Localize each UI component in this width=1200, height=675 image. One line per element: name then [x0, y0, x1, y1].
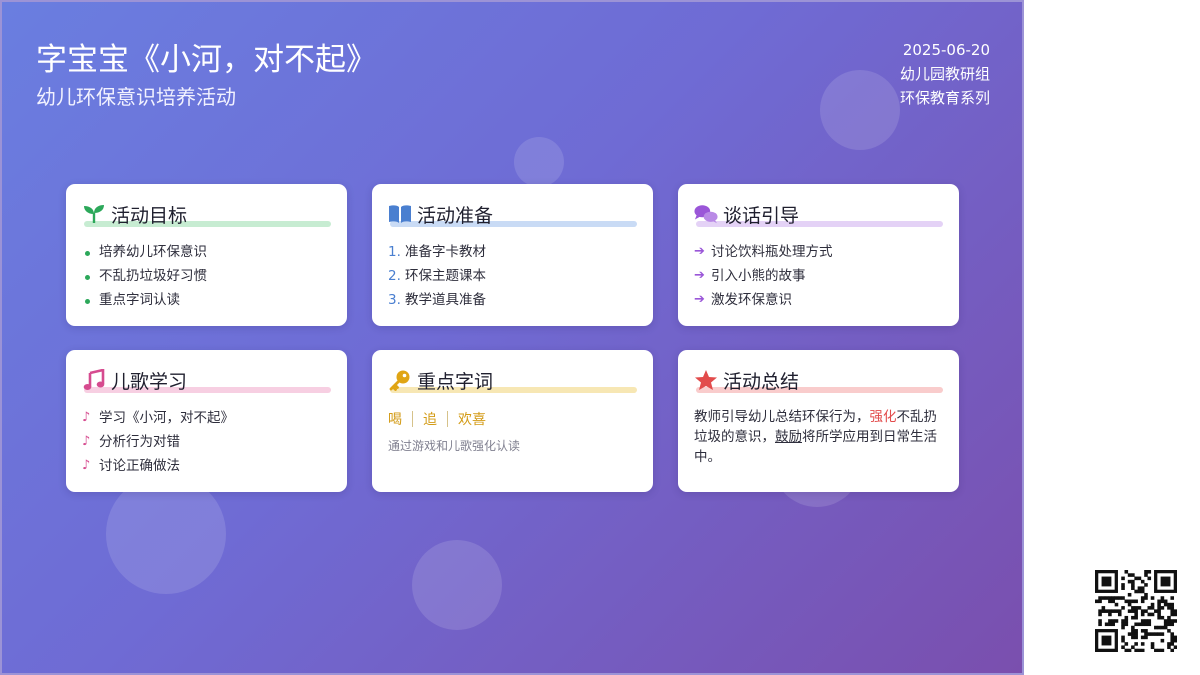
card-summary: 活动总结 教师引导幼儿总结环保行为，强化不乱扔垃圾的意识，鼓励将所学应用到日常生… — [678, 350, 959, 492]
card-title: 谈话引导 — [723, 204, 800, 227]
decor-circle — [106, 474, 226, 594]
key-words: 喝 追 欢喜 — [388, 409, 637, 429]
words-hint: 通过游戏和儿歌强化认读 — [388, 439, 521, 453]
card-title: 重点字词 — [417, 370, 494, 393]
chat-bubbles-icon — [694, 202, 718, 226]
card-talk: 谈话引导 ➔ 讨论饮料瓶处理方式 ➔ 引入小熊的故事 ➔ 激发环保意识 — [678, 184, 959, 326]
decor-circle — [820, 70, 900, 150]
list-item: ➔ 讨论饮料瓶处理方式 — [694, 240, 943, 264]
card-title: 活动目标 — [111, 204, 188, 227]
key-word: 欢喜 — [458, 412, 486, 428]
card-goals: 活动目标 培养幼儿环保意识 不乱扔垃圾好习惯 重点字词认读 — [66, 184, 347, 326]
card-song: 儿歌学习 ♪ 学习《小河，对不起》 ♪ 分析行为对错 ♪ 讨论正确做法 — [66, 350, 347, 492]
talk-list: ➔ 讨论饮料瓶处理方式 ➔ 引入小熊的故事 ➔ 激发环保意识 — [694, 240, 943, 312]
list-item: ♪ 讨论正确做法 — [82, 454, 331, 478]
list-item: 3. 教学道具准备 — [388, 292, 486, 308]
key-word: 追 — [423, 412, 437, 428]
card-title: 儿歌学习 — [111, 370, 188, 393]
list-item: 培养幼儿环保意识 — [82, 240, 331, 264]
prep-list: 1. 准备字卡教材 2. 环保主题课本 3. 教学道具准备 — [388, 240, 637, 312]
list-item: ♪ 学习《小河，对不起》 — [82, 406, 331, 430]
list-item: 1. 准备字卡教材 — [388, 244, 486, 260]
music-note-icon — [82, 368, 106, 392]
card-words: 重点字词 喝 追 欢喜 通过游戏和儿歌强化认读 — [372, 350, 653, 492]
series-text: 环保教育系列 — [899, 89, 990, 107]
song-list: ♪ 学习《小河，对不起》 ♪ 分析行为对错 ♪ 讨论正确做法 — [82, 406, 331, 478]
card-header: 活动准备 — [388, 198, 637, 230]
card-header: 谈话引导 — [694, 198, 943, 230]
list-item: ➔ 引入小熊的故事 — [694, 264, 943, 288]
list-item: 不乱扔垃圾好习惯 — [82, 264, 331, 288]
star-icon — [694, 368, 718, 392]
goal-list: 培养幼儿环保意识 不乱扔垃圾好习惯 重点字词认读 — [82, 240, 331, 312]
key-word: 喝 — [388, 412, 402, 428]
book-icon — [388, 202, 412, 226]
arrow-right-icon: ➔ — [694, 292, 705, 307]
decor-circle — [514, 137, 564, 187]
card-header: 儿歌学习 — [82, 364, 331, 396]
arrow-right-icon: ➔ — [694, 268, 705, 283]
card-title: 活动总结 — [723, 370, 800, 393]
seedling-icon — [82, 202, 106, 226]
card-header: 活动目标 — [82, 198, 331, 230]
list-item: 重点字词认读 — [82, 288, 331, 312]
arrow-right-icon: ➔ — [694, 244, 705, 259]
page-title: 字宝宝《小河，对不起》 — [36, 42, 377, 78]
underlined-text: 鼓励 — [775, 429, 802, 445]
list-item: ♪ 分析行为对错 — [82, 430, 331, 454]
music-note-icon: ♪ — [82, 434, 91, 449]
card-title: 活动准备 — [417, 204, 494, 227]
slide: 字宝宝《小河，对不起》 幼儿环保意识培养活动 2025-06-20 幼儿园教研组… — [0, 0, 1024, 675]
org-text: 幼儿园教研组 — [899, 65, 990, 83]
date-text: 2025-06-20 — [902, 41, 990, 59]
summary-text: 教师引导幼儿总结环保行为，强化不乱扔垃圾的意识，鼓励将所学应用到日常生活中。 — [694, 409, 937, 465]
decor-circle — [412, 540, 502, 630]
qr-code-icon — [1095, 570, 1177, 652]
card-prep: 活动准备 1. 准备字卡教材 2. 环保主题课本 3. 教学道具准备 — [372, 184, 653, 326]
list-item: 2. 环保主题课本 — [388, 268, 486, 284]
header-meta: 2025-06-20 幼儿园教研组 环保教育系列 — [900, 38, 990, 110]
music-note-icon: ♪ — [82, 410, 91, 425]
page-subtitle: 幼儿环保意识培养活动 — [36, 85, 236, 109]
card-header: 活动总结 — [694, 364, 943, 396]
highlight-text: 强化 — [869, 409, 897, 425]
music-note-icon: ♪ — [82, 458, 91, 473]
list-item: ➔ 激发环保意识 — [694, 288, 943, 312]
key-icon — [388, 368, 412, 392]
card-header: 重点字词 — [388, 364, 637, 396]
